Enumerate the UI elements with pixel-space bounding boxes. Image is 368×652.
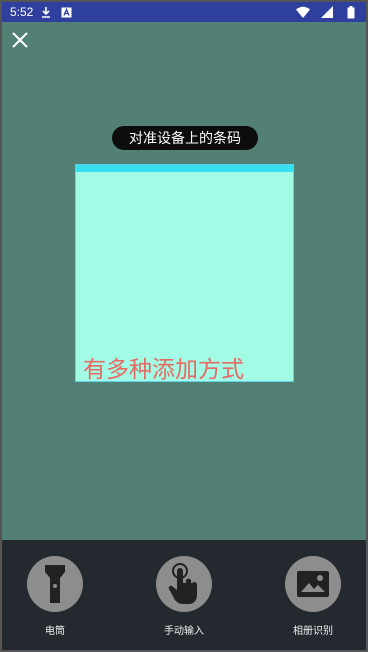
status-bar: 5:52: [2, 2, 366, 22]
album-scan-label: 相册识别: [293, 626, 333, 637]
wifi-icon: [296, 5, 310, 19]
close-button[interactable]: [8, 28, 32, 52]
scan-caption: 有多种添加方式: [83, 357, 244, 383]
manual-input-button[interactable]: 手动输入: [153, 540, 215, 650]
flashlight-button[interactable]: 电筒: [24, 540, 86, 650]
app-a-icon: [59, 5, 73, 19]
download-icon: [39, 5, 53, 19]
album-scan-button[interactable]: 相册识别: [282, 540, 344, 650]
signal-icon: [320, 5, 334, 19]
flashlight-label: 电筒: [45, 626, 65, 637]
scanner-view: 对准设备上的条码 有多种添加方式: [2, 22, 366, 540]
scan-line: [76, 165, 293, 172]
battery-icon: [344, 5, 358, 19]
status-time: 5:52: [10, 5, 34, 19]
hand-tap-icon: [156, 556, 212, 612]
scan-hint: 对准设备上的条码: [112, 126, 258, 150]
flashlight-icon: [27, 556, 83, 612]
manual-input-label: 手动输入: [164, 626, 204, 637]
photo-icon: [285, 556, 341, 612]
app-frame: 5:52 对准设备上的条码 有多种添加方式 电筒 手动输入 相册识别: [0, 0, 368, 652]
bottom-toolbar: 电筒 手动输入 相册识别: [2, 540, 366, 650]
close-icon: [12, 32, 28, 48]
scan-frame: 有多种添加方式: [75, 164, 294, 383]
